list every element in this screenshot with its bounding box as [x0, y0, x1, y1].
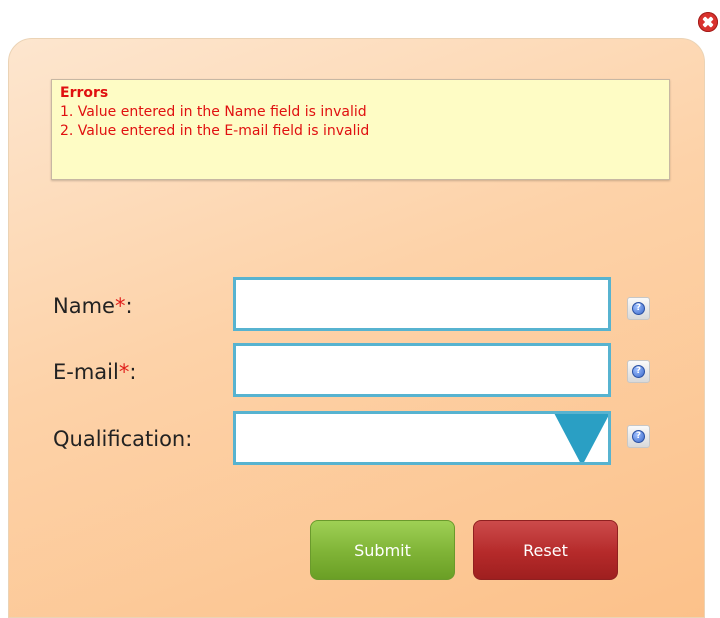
- name-label-text: Name: [53, 294, 115, 318]
- required-marker: *: [118, 360, 130, 384]
- email-label-text: E-mail: [53, 360, 119, 384]
- close-icon[interactable]: [698, 12, 718, 32]
- required-marker: *: [114, 294, 126, 318]
- help-icon[interactable]: [627, 360, 650, 383]
- email-label: E-mail*:: [53, 360, 136, 384]
- error-item: 1. Value entered in the Name field is in…: [60, 104, 367, 120]
- name-label: Name*:: [53, 294, 133, 318]
- help-icon[interactable]: [627, 297, 650, 320]
- qualification-label: Qualification:: [53, 427, 193, 451]
- submit-button[interactable]: Submit: [310, 520, 455, 580]
- error-summary: Errors 1. Value entered in the Name fiel…: [51, 79, 670, 180]
- label-colon: :: [129, 360, 137, 384]
- qualification-dropdown[interactable]: [233, 411, 611, 465]
- label-colon: :: [125, 294, 133, 318]
- dropdown-arrow-icon[interactable]: [553, 414, 608, 462]
- error-item: 2. Value entered in the E-mail field is …: [60, 123, 370, 139]
- reset-button[interactable]: Reset: [473, 520, 618, 580]
- help-icon[interactable]: [627, 425, 650, 448]
- email-input[interactable]: [233, 343, 611, 397]
- error-title: Errors: [60, 85, 109, 101]
- name-input[interactable]: [233, 277, 611, 331]
